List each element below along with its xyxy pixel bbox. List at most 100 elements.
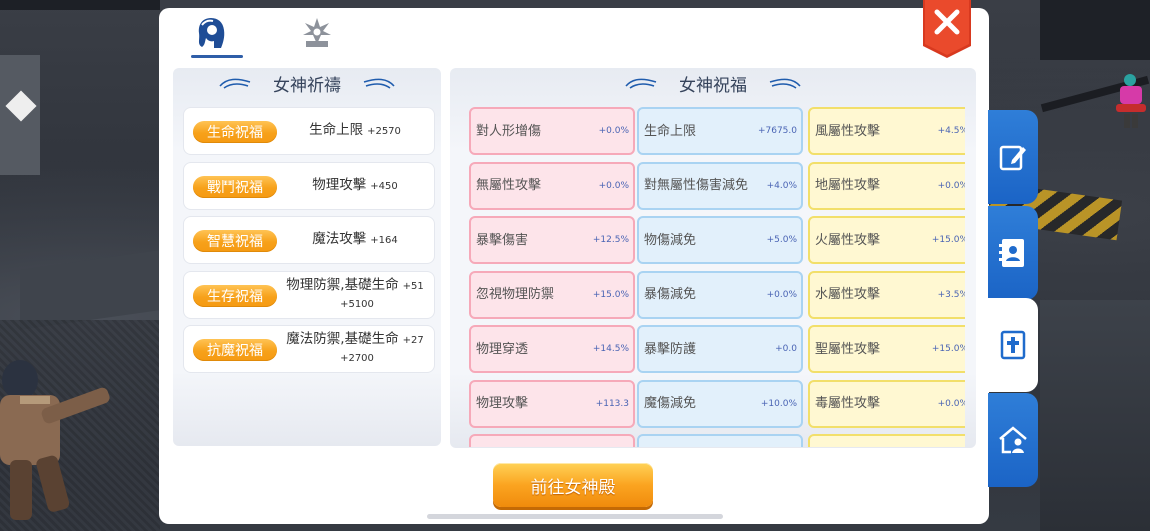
blessing-stat-value: +0.0%: [937, 398, 965, 409]
side-tab-edit[interactable]: [988, 110, 1038, 204]
side-tab-scripture[interactable]: [988, 298, 1038, 392]
blessing-stat-name: 暴擊防護: [644, 341, 697, 357]
blessing-stat-value: +15.0%: [592, 289, 629, 300]
prayer-section-header: 女神祈禱: [173, 68, 441, 98]
prayer-desc: 物理攻擊 +450: [284, 163, 426, 209]
prayer-desc: 魔法攻擊 +164: [284, 217, 426, 263]
blessing-stat-name: 物理攻擊: [476, 396, 529, 411]
side-tab-home[interactable]: [988, 393, 1038, 487]
blessing-stat-name: 生命上限: [644, 123, 697, 139]
blessing-stat-value: +15.0%: [931, 235, 965, 245]
prayer-stat-name: 物理防禦,基礎生命: [286, 276, 399, 293]
horizontal-scrollbar[interactable]: [427, 514, 723, 519]
blessing-stat-name: 忽視物理防禦: [476, 287, 555, 302]
blessing-cell: 物理穿透 +14.5%: [469, 325, 635, 373]
prayer-stat-value-2: +2700: [340, 353, 374, 364]
blessing-stat-name: 魔傷減免: [644, 396, 697, 411]
prayer-row: 抗魔祝福 魔法防禦,基礎生命 +27 +2700: [183, 325, 435, 373]
blessing-section-header: 女神祝福: [450, 68, 976, 98]
contact-book-icon: [999, 239, 1024, 267]
blessing-stat-value: +0.0: [775, 344, 797, 354]
prayer-row: 智慧祝福 魔法攻擊 +164: [183, 216, 435, 264]
blessing-stat-value: +0.0%: [766, 289, 797, 300]
prayer-row: 生命祝福 生命上限 +2570: [183, 107, 435, 155]
blessing-stat-value: +4.0%: [766, 180, 797, 191]
tab-star-emblem[interactable]: [285, 8, 349, 58]
wing-ornament-left-icon: [219, 78, 251, 89]
prayer-stat-name: 物理攻擊: [312, 176, 367, 193]
blessing-stat-value: +15.0%: [931, 344, 965, 354]
blessing-stat-value: +113.3: [595, 398, 629, 409]
blessing-stat-value: +4.5%: [937, 126, 965, 136]
prayer-row: 戰鬥祝福 物理攻擊 +450: [183, 161, 435, 210]
blessing-stat-name: 對無屬性傷害減免: [644, 178, 749, 193]
blessing-cell: 對無屬性傷害減免 +4.0%: [637, 161, 803, 210]
blessing-stat-value: +0.0%: [937, 180, 965, 191]
blessing-cell: 無屬性攻擊 +0.0%: [469, 161, 635, 210]
blessing-stat-name: 風屬性攻擊: [815, 123, 881, 139]
blessing-stat-name: 毒屬性攻擊: [815, 396, 881, 411]
blessing-cell: 魔傷減免 +10.0%: [637, 379, 803, 428]
blessing-cell: 對人形增傷 +0.0%: [469, 107, 635, 155]
blessing-stat-value: +14.5%: [592, 344, 629, 354]
blessing-stat-value: +0.0%: [598, 180, 629, 191]
blessing-stat-value: +0.0%: [598, 126, 629, 136]
prayer-stat-value: +164: [370, 235, 398, 246]
edit-note-icon: [999, 145, 1026, 171]
player-character: [0, 360, 110, 520]
blessing-cell: 物理攻擊 +113.3: [469, 379, 635, 428]
prayer-stat-value: +450: [370, 180, 398, 192]
prayer-stat-name: 魔法攻擊: [312, 231, 367, 247]
blessing-stat-name: 暴擊傷害: [476, 232, 529, 248]
scripture-cross-icon: [1000, 330, 1026, 360]
blessing-grid[interactable]: 對人形增傷 +0.0% 無屬性攻擊 +0.0% 暴擊傷害 +12.5% 忽視物理防禦 +15.…: [459, 107, 965, 447]
blessing-cell: 暴傷減免 +0.0%: [637, 270, 803, 319]
blessing-stat-value: +12.5%: [592, 235, 629, 245]
blessing-cell: 忽視物理防禦 +15.0%: [469, 270, 635, 319]
blessing-cell: 聖屬性攻擊 +15.0%: [808, 325, 965, 373]
prayer-section-title: 女神祈禱: [273, 75, 341, 96]
goto-goddess-temple-button[interactable]: 前往女神殿: [493, 463, 653, 507]
blessing-stat-value: +3.5%: [937, 289, 965, 300]
blessing-cell: [469, 434, 635, 447]
blessing-stat-name: 無屬性攻擊: [476, 178, 542, 193]
side-tab-contacts[interactable]: [988, 206, 1038, 300]
prayer-row: 生存祝福 物理防禦,基礎生命 +51 +5100: [183, 270, 435, 319]
blessing-cell: [637, 434, 803, 447]
blessing-stat-value: +7675.0: [757, 126, 797, 136]
prayer-desc: 魔法防禦,基礎生命 +27 +2700: [284, 326, 426, 372]
blessing-stat-name: 物傷減免: [644, 232, 697, 248]
prayer-badge: 智慧祝福: [193, 230, 277, 252]
prayer-badge: 戰鬥祝福: [193, 175, 277, 198]
blessing-stat-name: 對人形增傷: [476, 123, 542, 139]
prayer-stat-value: +27: [402, 335, 424, 346]
tab-goddess[interactable]: [179, 8, 243, 58]
npc-figure: [1116, 74, 1146, 128]
blessing-section-title: 女神祝福: [679, 75, 747, 96]
prayer-stat-name: 生命上限: [309, 122, 364, 138]
prayer-stat-value-2: +5100: [340, 298, 374, 310]
blessing-stat-value: +10.0%: [760, 398, 797, 409]
prayer-badge: 生存祝福: [193, 284, 277, 307]
blessing-cell: 地屬性攻擊 +0.0%: [808, 161, 965, 210]
blessing-cell: [808, 434, 965, 447]
blessing-cell: 暴擊傷害 +12.5%: [469, 216, 635, 264]
blessing-stat-name: 水屬性攻擊: [815, 287, 881, 302]
prayer-stat-value: +51: [402, 280, 424, 292]
blessing-cell: 風屬性攻擊 +4.5%: [808, 107, 965, 155]
blessing-stat-name: 聖屬性攻擊: [815, 341, 881, 357]
wing-ornament-right-icon: [769, 78, 801, 89]
home-person-icon: [999, 426, 1027, 454]
top-tab-bar: [179, 8, 349, 64]
blessing-cell: 毒屬性攻擊 +0.0%: [808, 379, 965, 428]
close-button[interactable]: [921, 0, 973, 60]
goddess-blessing-panel: 女神祈禱 生命祝福 生命上限 +2570 戰鬥祝福 物理攻擊 +450 智慧祝福 魔…: [159, 0, 989, 524]
blessing-cell: 火屬性攻擊 +15.0%: [808, 216, 965, 264]
blessing-cell: 物傷減免 +5.0%: [637, 216, 803, 264]
blessing-cell: 生命上限 +7675.0: [637, 107, 803, 155]
blessing-stat-name: 地屬性攻擊: [815, 178, 881, 193]
star-emblem-icon: [303, 18, 331, 47]
wing-ornament-left-icon: [625, 78, 657, 89]
close-icon: [923, 0, 971, 58]
prayer-stat-value: +2570: [367, 126, 401, 137]
